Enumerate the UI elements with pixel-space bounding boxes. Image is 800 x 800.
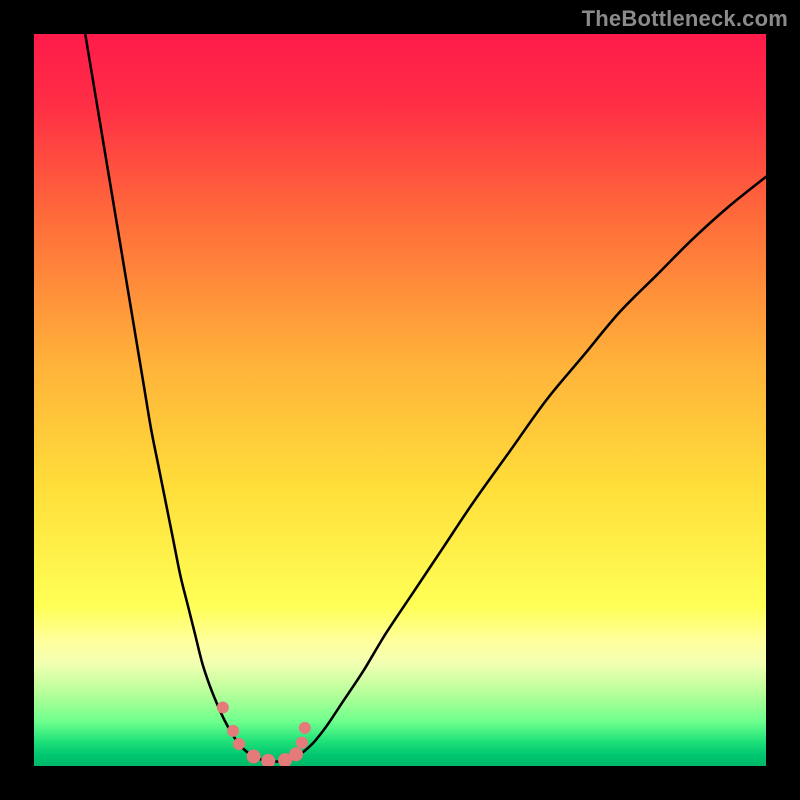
marker-dot [289,747,303,761]
watermark-text: TheBottleneck.com [582,6,788,32]
marker-dot [299,722,311,734]
marker-group [217,701,311,766]
curve-path [85,34,766,762]
marker-dot [261,754,275,766]
marker-dot [227,725,239,737]
plot-area [34,34,766,766]
marker-dot [233,738,245,750]
marker-dot [247,749,261,763]
outer-frame: TheBottleneck.com [0,0,800,800]
marker-dot [296,737,308,749]
marker-dot [217,701,229,713]
chart-svg [34,34,766,766]
